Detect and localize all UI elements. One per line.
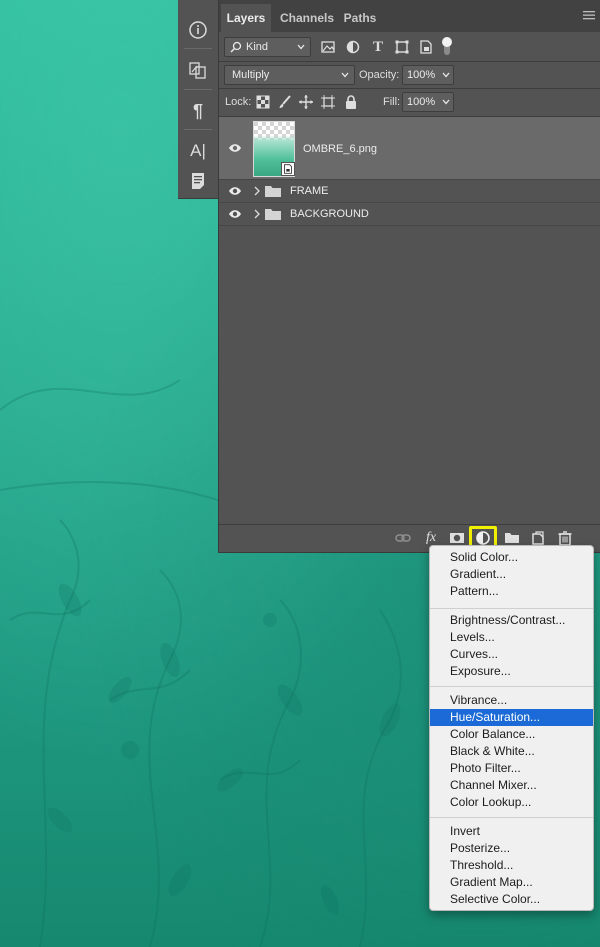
lock-image-pixels-icon[interactable] bbox=[277, 94, 293, 110]
layer-name: OMBRE_6.png bbox=[303, 143, 377, 155]
lock-transparent-pixels-icon[interactable] bbox=[255, 94, 271, 110]
shape-layer-filter-icon[interactable] bbox=[394, 39, 410, 55]
blend-opacity-row: Multiply Opacity: 100% bbox=[219, 62, 600, 88]
trash-icon[interactable] bbox=[557, 530, 573, 546]
panel-icon-strip: ¶ A| bbox=[178, 0, 219, 199]
pixel-layer-filter-icon[interactable] bbox=[320, 39, 336, 55]
menu-item-hue-saturation[interactable]: Hue/Saturation... bbox=[430, 709, 593, 726]
menu-item-curves[interactable]: Curves... bbox=[430, 646, 593, 663]
paragraph-icon[interactable]: ¶ bbox=[178, 96, 218, 126]
filter-toggle-icon[interactable] bbox=[441, 36, 453, 56]
smart-object-filter-icon[interactable] bbox=[418, 39, 434, 55]
layer-row-ombre[interactable]: OMBRE_6.png bbox=[219, 117, 600, 180]
layer-name: FRAME bbox=[290, 185, 329, 197]
visibility-eye-icon[interactable] bbox=[228, 186, 242, 196]
lock-all-icon[interactable] bbox=[343, 94, 359, 110]
folder-icon bbox=[265, 186, 281, 197]
opacity-label: Opacity: bbox=[359, 69, 400, 81]
info-icon[interactable] bbox=[178, 15, 218, 45]
tab-layers[interactable]: Layers bbox=[221, 4, 271, 32]
chevron-down-icon bbox=[297, 44, 305, 50]
smart-object-badge-icon bbox=[281, 162, 295, 176]
menu-item-vibrance[interactable]: Vibrance... bbox=[430, 692, 593, 709]
menu-item-color-lookup[interactable]: Color Lookup... bbox=[430, 794, 593, 811]
group-folder-icon[interactable] bbox=[504, 530, 520, 546]
search-icon bbox=[230, 41, 242, 53]
menu-item-photo-filter[interactable]: Photo Filter... bbox=[430, 760, 593, 777]
menu-item-exposure[interactable]: Exposure... bbox=[430, 663, 593, 680]
folder-icon bbox=[265, 209, 281, 220]
fill-field[interactable]: 100% bbox=[402, 92, 454, 112]
tab-channels[interactable]: Channels bbox=[273, 4, 341, 32]
link-icon[interactable] bbox=[395, 530, 411, 546]
menu-item-invert[interactable]: Invert bbox=[430, 823, 593, 840]
menu-item-pattern[interactable]: Pattern... bbox=[430, 583, 593, 600]
expand-chevron-icon[interactable] bbox=[253, 186, 261, 196]
blend-mode-value: Multiply bbox=[232, 69, 270, 81]
menu-separator bbox=[430, 608, 593, 609]
menu-item-color-balance[interactable]: Color Balance... bbox=[430, 726, 593, 743]
menu-item-gradient[interactable]: Gradient... bbox=[430, 566, 593, 583]
menu-item-selective-color[interactable]: Selective Color... bbox=[430, 891, 593, 908]
layer-comps-icon[interactable] bbox=[178, 55, 218, 85]
fill-label: Fill: bbox=[383, 96, 401, 108]
menu-separator bbox=[430, 686, 593, 687]
layer-filter-row: Kind T bbox=[219, 34, 600, 60]
fx-icon[interactable]: fx bbox=[423, 530, 439, 546]
layer-row-frame[interactable]: FRAME bbox=[219, 180, 600, 203]
opacity-field[interactable]: 100% bbox=[402, 65, 454, 85]
tab-paths[interactable]: Paths bbox=[341, 4, 379, 32]
type-layer-filter-icon[interactable]: T bbox=[370, 39, 386, 55]
visibility-eye-icon[interactable] bbox=[228, 143, 242, 153]
menu-item-channel-mixer[interactable]: Channel Mixer... bbox=[430, 777, 593, 794]
notes-icon[interactable] bbox=[178, 166, 218, 196]
lock-artboard-icon[interactable] bbox=[320, 94, 336, 110]
layer-row-background[interactable]: BACKGROUND bbox=[219, 203, 600, 226]
mask-icon[interactable] bbox=[449, 530, 465, 546]
adjustment-layer-filter-icon[interactable] bbox=[345, 39, 361, 55]
blend-mode-select[interactable]: Multiply bbox=[224, 65, 355, 85]
chevron-down-icon[interactable] bbox=[442, 72, 450, 78]
visibility-eye-icon[interactable] bbox=[228, 209, 242, 219]
layer-name: BACKGROUND bbox=[290, 208, 369, 220]
opacity-value: 100% bbox=[407, 69, 436, 81]
filter-kind-select[interactable]: Kind bbox=[224, 37, 311, 57]
adjustment-layer-menu: Solid Color... Gradient... Pattern... Br… bbox=[429, 545, 594, 911]
menu-item-brightness-contrast[interactable]: Brightness/Contrast... bbox=[430, 612, 593, 629]
menu-separator bbox=[430, 817, 593, 818]
menu-item-solid-color[interactable]: Solid Color... bbox=[430, 549, 593, 566]
fill-value: 100% bbox=[407, 96, 436, 108]
menu-item-levels[interactable]: Levels... bbox=[430, 629, 593, 646]
lock-label: Lock: bbox=[225, 96, 252, 108]
new-layer-icon[interactable] bbox=[530, 530, 546, 546]
lock-fill-row: Lock: Fill: 100% bbox=[219, 89, 600, 115]
layers-panel: Layers Channels Paths Kind T Multiply Op… bbox=[218, 0, 600, 553]
menu-item-threshold[interactable]: Threshold... bbox=[430, 857, 593, 874]
menu-item-gradient-map[interactable]: Gradient Map... bbox=[430, 874, 593, 891]
panel-tab-bar: Layers Channels Paths bbox=[219, 0, 600, 32]
chevron-down-icon bbox=[341, 72, 349, 78]
expand-chevron-icon[interactable] bbox=[253, 209, 261, 219]
filter-kind-label: Kind bbox=[246, 41, 269, 53]
lock-position-icon[interactable] bbox=[298, 94, 314, 110]
menu-item-black-white[interactable]: Black & White... bbox=[430, 743, 593, 760]
chevron-down-icon[interactable] bbox=[442, 99, 450, 105]
panel-menu-icon[interactable] bbox=[583, 9, 595, 21]
character-icon[interactable]: A| bbox=[178, 136, 218, 166]
menu-item-posterize[interactable]: Posterize... bbox=[430, 840, 593, 857]
